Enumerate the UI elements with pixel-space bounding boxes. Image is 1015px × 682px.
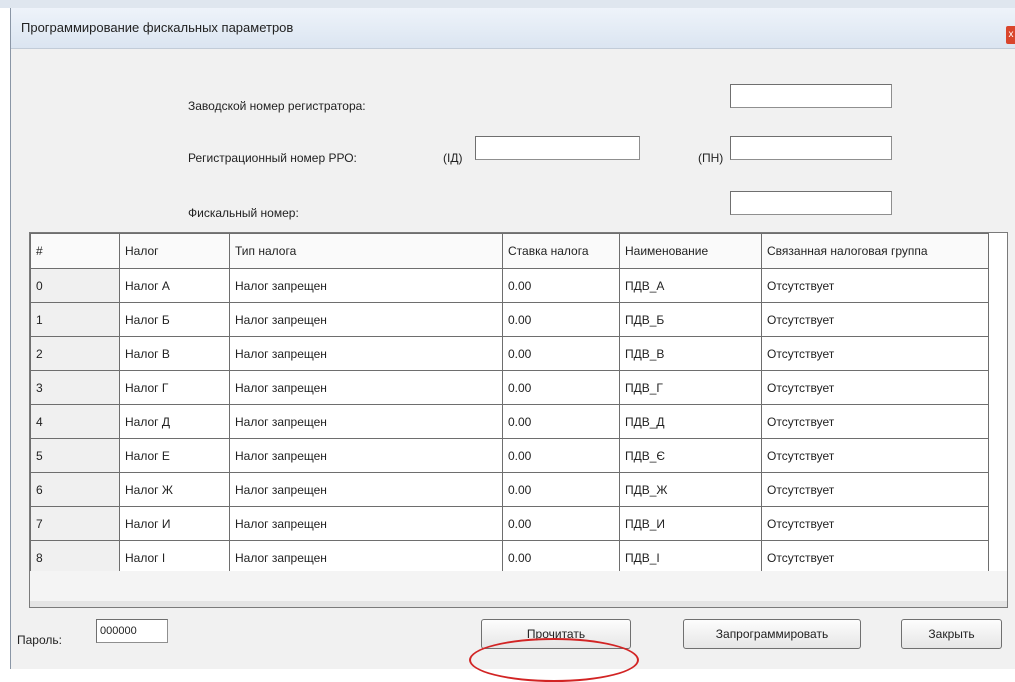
column-header-tax-type[interactable]: Тип налога [229, 233, 503, 269]
table-row[interactable]: 7 Налог И Налог запрещен 0.00 ПДВ_И Отсутству… [30, 506, 989, 541]
cell-tax-type[interactable]: Налог запрещен [229, 506, 503, 541]
registration-number-label: Регистрационный номер РРО: [188, 151, 357, 165]
fiscal-number-label: Фискальный номер: [188, 206, 299, 220]
fiscal-number-input[interactable] [730, 191, 892, 215]
cell-index[interactable]: 6 [30, 472, 120, 507]
cell-name[interactable]: ПДВ_І [619, 540, 762, 575]
window-close-button[interactable]: x [1006, 26, 1015, 44]
table-row[interactable]: 4 Налог Д Налог запрещен 0.00 ПДВ_Д Отсутству… [30, 404, 989, 439]
cell-name[interactable]: ПДВ_Б [619, 302, 762, 337]
cell-tax-type[interactable]: Налог запрещен [229, 268, 503, 303]
window-title: Программирование фискальных параметров [21, 20, 294, 35]
table-row[interactable]: 5 Налог Е Налог запрещен 0.00 ПДВ_Є Отсутству… [30, 438, 989, 473]
cell-index[interactable]: 3 [30, 370, 120, 405]
cell-name[interactable]: ПДВ_А [619, 268, 762, 303]
pn-label: (ПН) [698, 151, 724, 165]
cell-tax-rate[interactable]: 0.00 [502, 438, 620, 473]
cell-tax-type[interactable]: Налог запрещен [229, 438, 503, 473]
serial-number-label: Заводской номер регистратора: [188, 99, 366, 113]
cell-linked-group[interactable]: Отсутствует [761, 404, 989, 439]
cell-linked-group[interactable]: Отсутствует [761, 472, 989, 507]
cell-tax-rate[interactable]: 0.00 [502, 506, 620, 541]
cell-tax-type[interactable]: Налог запрещен [229, 336, 503, 371]
cell-tax-rate[interactable]: 0.00 [502, 268, 620, 303]
cell-tax-rate[interactable]: 0.00 [502, 472, 620, 507]
title-bar[interactable]: Программирование фискальных параметров x [11, 8, 1015, 49]
tax-table-header: # Налог Тип налога Ставка налога Наимено… [30, 233, 989, 269]
cell-tax-type[interactable]: Налог запрещен [229, 370, 503, 405]
table-row[interactable]: 2 Налог В Налог запрещен 0.00 ПДВ_В Отсутству… [30, 336, 989, 371]
cell-tax-type[interactable]: Налог запрещен [229, 540, 503, 575]
cell-tax[interactable]: Налог И [119, 506, 230, 541]
password-label: Пароль: [17, 633, 62, 647]
tax-table: # Налог Тип налога Ставка налога Наимено… [30, 233, 989, 575]
cell-name[interactable]: ПДВ_Ж [619, 472, 762, 507]
table-row[interactable]: 0 Налог А Налог запрещен 0.00 ПДВ_А Отсутству… [30, 268, 989, 303]
cell-linked-group[interactable]: Отсутствует [761, 370, 989, 405]
program-button[interactable]: Запрограммировать [683, 619, 861, 649]
cell-index[interactable]: 5 [30, 438, 120, 473]
column-header-name[interactable]: Наименование [619, 233, 762, 269]
background-window-strip [0, 0, 1015, 8]
cell-tax-rate[interactable]: 0.00 [502, 336, 620, 371]
column-header-tax-rate[interactable]: Ставка налога [502, 233, 620, 269]
cell-tax[interactable]: Налог І [119, 540, 230, 575]
cell-tax-type[interactable]: Налог запрещен [229, 404, 503, 439]
serial-number-input[interactable] [730, 84, 892, 108]
cell-linked-group[interactable]: Отсутствует [761, 268, 989, 303]
cell-tax[interactable]: Налог Г [119, 370, 230, 405]
cell-tax-rate[interactable]: 0.00 [502, 404, 620, 439]
cell-tax[interactable]: Налог Д [119, 404, 230, 439]
cell-name[interactable]: ПДВ_В [619, 336, 762, 371]
cell-index[interactable]: 2 [30, 336, 120, 371]
column-header-linked-group[interactable]: Связанная налоговая группа [761, 233, 989, 269]
cell-linked-group[interactable]: Отсутствует [761, 302, 989, 337]
cell-index[interactable]: 4 [30, 404, 120, 439]
cell-name[interactable]: ПДВ_Д [619, 404, 762, 439]
table-row[interactable]: 6 Налог Ж Налог запрещен 0.00 ПДВ_Ж Отсутству… [30, 472, 989, 507]
cell-tax[interactable]: Налог Е [119, 438, 230, 473]
cell-linked-group[interactable]: Отсутствует [761, 336, 989, 371]
fiscal-params-dialog: Программирование фискальных параметров x… [10, 8, 1015, 669]
tax-grid[interactable]: # Налог Тип налога Ставка налога Наимено… [29, 232, 1008, 608]
column-header-tax[interactable]: Налог [119, 233, 230, 269]
cell-index[interactable]: 0 [30, 268, 120, 303]
close-button[interactable]: Закрыть [901, 619, 1002, 649]
cell-tax[interactable]: Налог А [119, 268, 230, 303]
password-input[interactable] [96, 619, 168, 643]
cell-tax[interactable]: Налог Ж [119, 472, 230, 507]
cell-name[interactable]: ПДВ_И [619, 506, 762, 541]
registration-pn-input[interactable] [730, 136, 892, 160]
id-label: (ІД) [443, 151, 463, 165]
cell-index[interactable]: 8 [30, 540, 120, 575]
cell-tax[interactable]: Налог В [119, 336, 230, 371]
cell-name[interactable]: ПДВ_Є [619, 438, 762, 473]
cell-tax[interactable]: Налог Б [119, 302, 230, 337]
cell-index[interactable]: 7 [30, 506, 120, 541]
cell-linked-group[interactable]: Отсутствует [761, 438, 989, 473]
cell-tax-rate[interactable]: 0.00 [502, 370, 620, 405]
horizontal-scrollbar[interactable] [30, 601, 1007, 607]
cell-name[interactable]: ПДВ_Г [619, 370, 762, 405]
cell-tax-rate[interactable]: 0.00 [502, 540, 620, 575]
cell-index[interactable]: 1 [30, 302, 120, 337]
registration-id-input[interactable] [475, 136, 640, 160]
cell-tax-type[interactable]: Налог запрещен [229, 302, 503, 337]
table-row[interactable]: 3 Налог Г Налог запрещен 0.00 ПДВ_Г Отсутству… [30, 370, 989, 405]
cell-tax-rate[interactable]: 0.00 [502, 302, 620, 337]
table-row[interactable]: 1 Налог Б Налог запрещен 0.00 ПДВ_Б Отсутству… [30, 302, 989, 337]
table-row[interactable]: 8 Налог І Налог запрещен 0.00 ПДВ_І Отсутству… [30, 540, 989, 575]
cell-linked-group[interactable]: Отсутствует [761, 540, 989, 575]
read-button[interactable]: Прочитать [481, 619, 631, 649]
cell-linked-group[interactable]: Отсутствует [761, 506, 989, 541]
cell-tax-type[interactable]: Налог запрещен [229, 472, 503, 507]
column-header-index[interactable]: # [30, 233, 120, 269]
